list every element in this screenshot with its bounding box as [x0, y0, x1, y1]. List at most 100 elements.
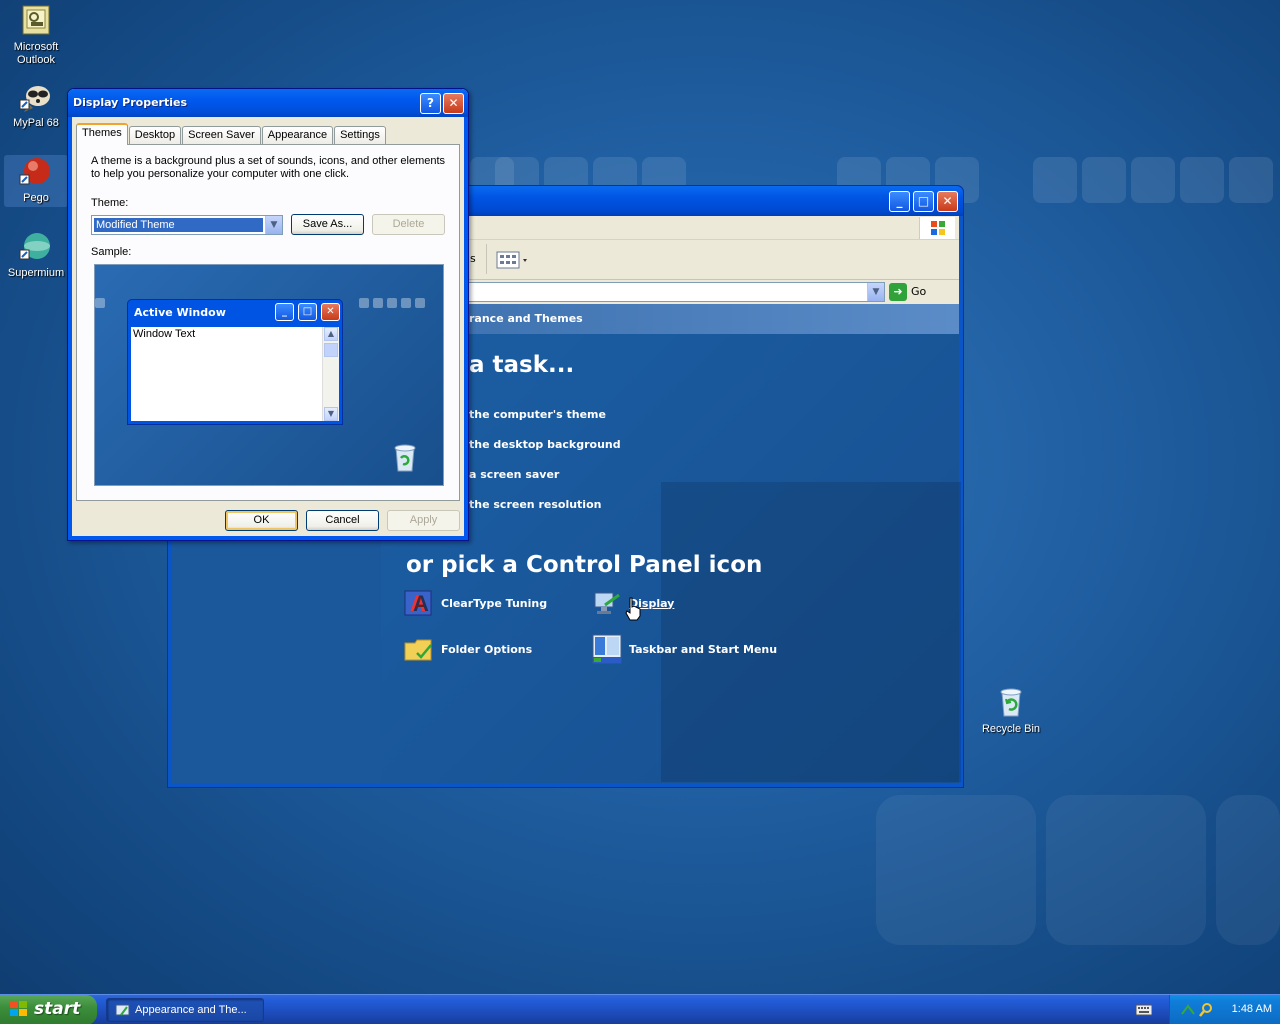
close-icon: ✕: [448, 96, 459, 110]
go-button[interactable]: ➜ Go: [889, 283, 941, 301]
tab-themes[interactable]: Themes: [76, 123, 128, 145]
dialog-titlebar[interactable]: Display Properties ? ✕: [68, 89, 468, 117]
theme-select[interactable]: Modified Theme ▼: [91, 215, 283, 235]
supermium-icon: [19, 230, 53, 264]
go-arrow-icon: ➜: [889, 283, 907, 301]
desktop-icon-label: MyPal 68: [13, 117, 59, 129]
cp-icon-folder-options[interactable]: Folder Options: [403, 633, 532, 665]
taskbar-button-label: Appearance and The...: [135, 1004, 247, 1016]
desktop-icon-label: Supermium: [7, 267, 65, 279]
control-panel-icon: [115, 1003, 131, 1024]
network-icon[interactable]: [1180, 1002, 1196, 1021]
cp-icon-cleartype[interactable]: AA ClearType Tuning: [403, 587, 547, 619]
views-button[interactable]: [495, 249, 531, 271]
scroll-up-icon: ▲: [324, 327, 338, 341]
folder-icon: [403, 633, 435, 665]
toolbar-label-fragment: s: [470, 252, 476, 265]
dialog-border-right: [464, 117, 468, 540]
task-link-change-theme[interactable]: the computer's theme: [469, 408, 606, 421]
desktop-icon-recycle-bin[interactable]: Recycle Bin: [975, 686, 1047, 736]
raccoon-icon: [19, 80, 53, 114]
minimize-button[interactable]: _: [889, 191, 910, 212]
tab-desktop[interactable]: Desktop: [128, 126, 182, 145]
cleartype-icon: AA: [403, 587, 435, 619]
cp-icon-taskbar[interactable]: Taskbar and Start Menu: [591, 633, 777, 665]
dialog-close-button[interactable]: ✕: [443, 93, 464, 114]
desktop-icon-label: Recycle Bin: [981, 723, 1041, 735]
maximize-button[interactable]: □: [913, 191, 934, 212]
delete-button[interactable]: Delete: [372, 214, 445, 235]
windows-logo-icon: [919, 217, 955, 239]
pick-icon-heading: or pick a Control Panel icon: [406, 552, 763, 578]
tab-settings[interactable]: Settings: [334, 126, 386, 145]
tab-screen-saver[interactable]: Screen Saver: [182, 126, 261, 145]
dialog-border-bottom: [68, 536, 468, 540]
dialog-border-left: [68, 117, 72, 540]
sample-window-text: Window Text: [133, 328, 196, 340]
desktop-icon-label: Microsoft Outlook: [13, 41, 59, 66]
sample-minimize-icon: _: [275, 303, 294, 321]
cp-icon-label: ClearType Tuning: [441, 596, 548, 610]
theme-select-value: Modified Theme: [94, 218, 263, 232]
apply-button[interactable]: Apply: [387, 510, 460, 531]
desktop-icon-supermium[interactable]: Supermium: [0, 230, 72, 280]
start-button[interactable]: start: [0, 995, 97, 1024]
help-button[interactable]: ?: [420, 93, 441, 114]
sample-close-icon: ✕: [321, 303, 340, 321]
close-button[interactable]: ✕: [937, 191, 958, 212]
cp-icon-label: Taskbar and Start Menu: [629, 642, 778, 656]
task-link-screen-saver[interactable]: a screen saver: [469, 468, 559, 481]
toolbar-separator: [486, 244, 487, 274]
desktop-icon-outlook[interactable]: Microsoft Outlook: [0, 4, 72, 67]
theme-sample-preview: Active Window _ □ ✕ Window Text ▲ ▼: [94, 264, 444, 486]
theme-dropdown-button[interactable]: ▼: [265, 216, 282, 234]
maximize-icon: □: [917, 194, 930, 208]
background-tile: [1216, 795, 1280, 945]
desktop-icon-pego[interactable]: Pego: [4, 155, 68, 207]
recycle-bin-icon: [994, 686, 1028, 720]
sample-window-body: Window Text ▲ ▼: [131, 327, 339, 421]
desktop-icon-mypal[interactable]: MyPal 68: [0, 80, 72, 130]
display-icon: [591, 587, 623, 619]
windows-flag-icon: [10, 1001, 28, 1017]
close-icon: ✕: [942, 194, 953, 208]
taskbar-button-appearance[interactable]: Appearance and The...: [106, 998, 264, 1022]
background-tile: [1180, 157, 1224, 203]
sample-label: Sample:: [91, 246, 132, 258]
background-tile: [1046, 795, 1206, 945]
search-icon[interactable]: [1198, 1002, 1214, 1021]
category-title: rance and Themes: [469, 312, 583, 325]
task-link-screen-resolution[interactable]: the screen resolution: [469, 498, 601, 511]
cp-icon-label: Folder Options: [441, 642, 533, 656]
sample-scrollbar: ▲ ▼: [322, 327, 339, 421]
sample-maximize-icon: □: [298, 303, 317, 321]
help-icon: ?: [427, 96, 434, 110]
sample-window-titlebar: Active Window _ □ ✕: [128, 300, 342, 324]
sample-active-window: Active Window _ □ ✕ Window Text ▲ ▼: [127, 299, 343, 425]
views-icon: [496, 251, 527, 269]
clock: 1:48 AM: [1231, 1003, 1272, 1015]
ok-button[interactable]: OK: [225, 510, 298, 531]
tab-appearance[interactable]: Appearance: [261, 126, 334, 145]
theme-label: Theme:: [91, 197, 129, 209]
cancel-button[interactable]: Cancel: [306, 510, 379, 531]
dialog-title: Display Properties: [73, 96, 188, 109]
chevron-down-icon: ▼: [872, 287, 880, 297]
address-dropdown-button[interactable]: ▼: [867, 283, 884, 301]
background-tile: [1229, 157, 1273, 203]
save-as-button[interactable]: Save As...: [291, 214, 364, 235]
desktop-icon-label: Pego: [23, 192, 49, 204]
pick-task-heading: a task...: [469, 352, 575, 378]
outlook-icon: [19, 4, 53, 38]
minimize-icon: _: [896, 194, 903, 208]
background-tile: [1131, 157, 1175, 203]
background-tile: [1033, 157, 1077, 203]
task-link-desktop-background[interactable]: the desktop background: [469, 438, 621, 451]
go-label: Go: [911, 285, 927, 298]
sample-window-title: Active Window: [134, 306, 226, 319]
keyboard-icon[interactable]: [1135, 1004, 1153, 1019]
themes-panel: A theme is a background plus a set of so…: [76, 144, 460, 501]
sample-recycle-bin-icon: [391, 443, 419, 476]
scroll-down-icon: ▼: [324, 407, 338, 421]
pego-icon: [19, 155, 53, 189]
